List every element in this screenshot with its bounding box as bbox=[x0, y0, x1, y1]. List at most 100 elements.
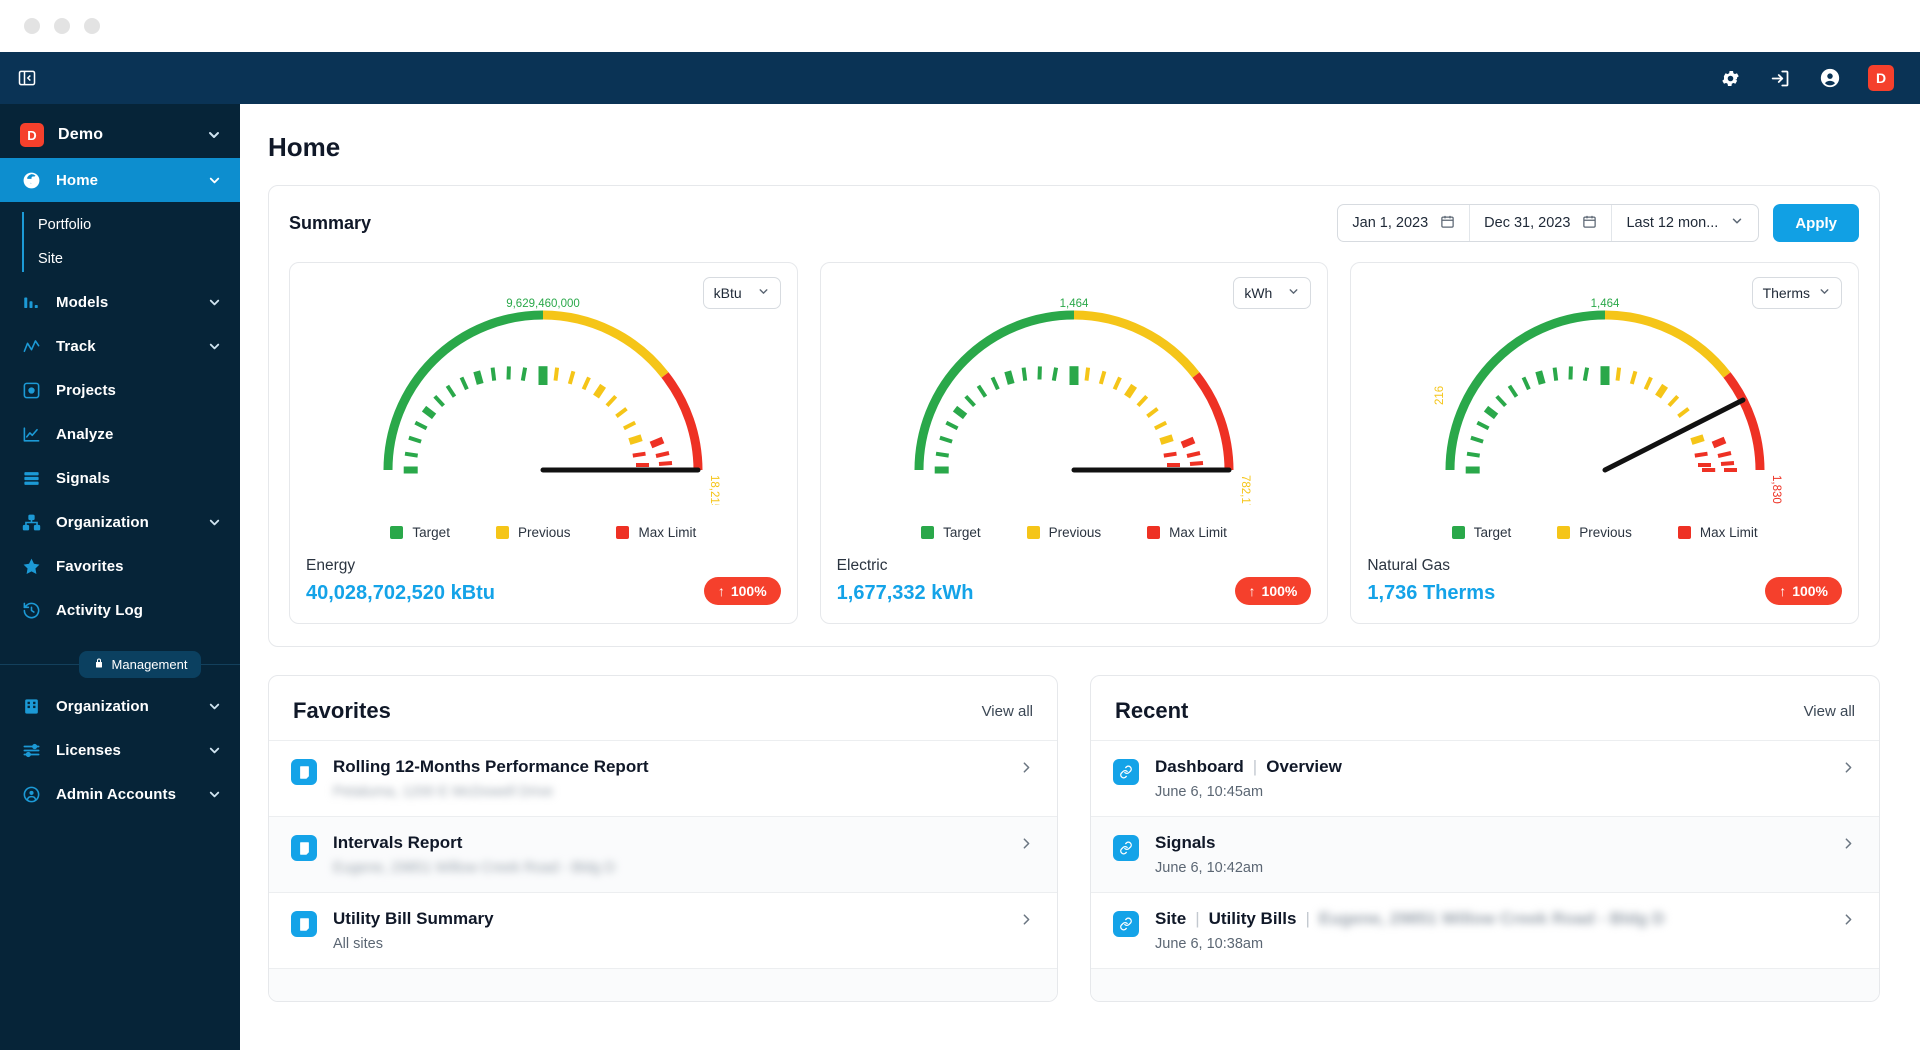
gauge-needle bbox=[1602, 397, 1746, 473]
legend-swatch-target bbox=[390, 526, 404, 539]
list-item[interactable]: Intervals Report Eugene, 29851 Willow Cr… bbox=[269, 816, 1057, 892]
globe-icon bbox=[20, 169, 42, 191]
list-item[interactable]: Dashboard | Overview June 6, 10:45am bbox=[1091, 740, 1879, 816]
sidebar-item-mgmt-organization[interactable]: Organization bbox=[0, 684, 240, 728]
sidebar-org-switcher[interactable]: D Demo bbox=[0, 112, 240, 158]
range-preset-select[interactable]: Last 12 mon... bbox=[1612, 205, 1758, 241]
list-item-partial[interactable] bbox=[1091, 968, 1879, 1001]
org-tree-icon bbox=[20, 511, 42, 533]
gauge-max-label: 782,172 bbox=[1239, 475, 1251, 505]
sidebar-item-site[interactable]: Site bbox=[38, 242, 240, 276]
metric-name: Natural Gas bbox=[1367, 557, 1451, 574]
legend-max-limit: Max Limit bbox=[616, 525, 696, 540]
end-date-input[interactable]: Dec 31, 2023 bbox=[1470, 205, 1613, 241]
gauge-max-label: 18,215,413,732 bbox=[708, 475, 720, 505]
sidebar-item-models[interactable]: Models bbox=[0, 280, 240, 324]
subnav-guide-line bbox=[22, 212, 24, 272]
list-item-title-part3: Eugene, 29851 Willow Creek Road - Bldg D bbox=[1318, 909, 1665, 928]
sidebar-item-home[interactable]: Home bbox=[0, 158, 240, 202]
favorites-header: Favorites View all bbox=[269, 676, 1057, 740]
sidebar-item-analyze[interactable]: Analyze bbox=[0, 412, 240, 456]
list-item-body: Utility Bill Summary All sites bbox=[333, 909, 494, 952]
sidebar-item-projects[interactable]: Projects bbox=[0, 368, 240, 412]
chevron-down-icon[interactable] bbox=[207, 699, 222, 714]
legend-label: Target bbox=[943, 525, 981, 540]
list-item[interactable]: Utility Bill Summary All sites bbox=[269, 892, 1057, 968]
gauge-svg: 1,464 782,172 bbox=[914, 298, 1251, 505]
list-item-title: Rolling 12-Months Performance Report bbox=[333, 757, 649, 776]
sidebar-item-licenses[interactable]: Licenses bbox=[0, 728, 240, 772]
sidebar-item-activity-log[interactable]: Activity Log bbox=[0, 588, 240, 632]
chevron-down-icon[interactable] bbox=[1730, 214, 1744, 232]
end-date-value: Dec 31, 2023 bbox=[1484, 215, 1571, 231]
window-minimize-dot[interactable] bbox=[54, 18, 70, 34]
chevron-right-icon[interactable] bbox=[1018, 909, 1035, 928]
chevron-down-icon[interactable] bbox=[207, 339, 222, 354]
chevron-down-icon[interactable] bbox=[207, 743, 222, 758]
chevron-down-icon[interactable] bbox=[207, 515, 222, 530]
list-item-title-part1: Dashboard bbox=[1155, 757, 1244, 776]
legend-swatch-target bbox=[1451, 526, 1465, 539]
list-item-body: Rolling 12-Months Performance Report Pet… bbox=[333, 757, 648, 800]
page-title: Home bbox=[268, 132, 341, 162]
chevron-down-icon[interactable] bbox=[207, 787, 222, 802]
chevron-right-icon[interactable] bbox=[1840, 909, 1857, 928]
chevron-right-icon[interactable] bbox=[1840, 757, 1857, 776]
date-range-group: Jan 1, 2023 Dec 31, 2023 Last 12 mon... bbox=[1337, 204, 1760, 242]
gauge-footer: Energy 40,028,702,520 kBtu ↑ 100% bbox=[306, 557, 781, 623]
list-item-subtitle: Petaluma, 1200 E McDowell Drive bbox=[333, 784, 554, 800]
change-percent: 100% bbox=[1792, 583, 1829, 599]
calendar-icon[interactable] bbox=[1440, 214, 1455, 233]
list-item[interactable]: Rolling 12-Months Performance Report Pet… bbox=[269, 740, 1057, 816]
recent-view-all-link[interactable]: View all bbox=[1804, 703, 1855, 720]
list-item-title: Dashboard | Overview bbox=[1155, 757, 1342, 777]
list-item-partial[interactable] bbox=[269, 968, 1057, 1001]
sidebar-item-organization[interactable]: Organization bbox=[0, 500, 240, 544]
target-square-icon bbox=[20, 379, 42, 401]
avatar[interactable]: D bbox=[1868, 65, 1894, 91]
favorites-title: Favorites bbox=[293, 698, 391, 723]
legend-target: Target bbox=[1451, 525, 1511, 540]
chevron-down-icon[interactable] bbox=[206, 127, 222, 143]
gauge-legend: Target Previous Max Limit bbox=[1367, 525, 1842, 540]
sidebar-item-track[interactable]: Track bbox=[0, 324, 240, 368]
gauge-card-list: kBtu 9,629,460,000 Target Previous Max L… bbox=[289, 262, 1860, 624]
sidebar-item-label: Models bbox=[56, 293, 109, 311]
sidebar-item-signals[interactable]: Signals bbox=[0, 456, 240, 500]
sidebar-item-label: Licenses bbox=[56, 741, 122, 759]
account-circle-icon[interactable] bbox=[1818, 66, 1842, 90]
title-separator: | bbox=[1195, 909, 1200, 928]
legend-label: Previous bbox=[1048, 525, 1102, 540]
apply-button[interactable]: Apply bbox=[1773, 204, 1859, 242]
calendar-icon[interactable] bbox=[1582, 214, 1597, 233]
list-item-title-part2: Overview bbox=[1266, 757, 1342, 776]
recent-header: Recent View all bbox=[1091, 676, 1879, 740]
window-close-dot[interactable] bbox=[24, 18, 40, 34]
window-maximize-dot[interactable] bbox=[84, 18, 100, 34]
chevron-right-icon[interactable] bbox=[1018, 833, 1035, 852]
list-item[interactable]: Site | Utility Bills | Eugene, 29851 Wil… bbox=[1091, 892, 1879, 968]
sidebar-item-label: Signals bbox=[56, 469, 111, 487]
list-item-body: Site | Utility Bills | Eugene, 29851 Wil… bbox=[1155, 909, 1665, 952]
legend-swatch-previous bbox=[1557, 526, 1571, 539]
management-label-text: Management bbox=[111, 656, 188, 672]
chevron-right-icon[interactable] bbox=[1840, 833, 1857, 852]
sidebar-item-admin-accounts[interactable]: Admin Accounts bbox=[0, 772, 240, 816]
list-item[interactable]: Signals June 6, 10:42am bbox=[1091, 816, 1879, 892]
main-content: Home Summary Jan 1, 2023 Dec 31, 2023 La… bbox=[240, 104, 1920, 1050]
chevron-down-icon[interactable] bbox=[207, 295, 222, 310]
sidebar-item-portfolio[interactable]: Portfolio bbox=[38, 208, 240, 242]
sidebar-item-favorites[interactable]: Favorites bbox=[0, 544, 240, 588]
gauge-footer-text: Energy 40,028,702,520 kBtu bbox=[306, 557, 495, 605]
gear-icon[interactable] bbox=[1718, 66, 1742, 90]
favorites-view-all-link[interactable]: View all bbox=[982, 703, 1033, 720]
list-item-body: Signals June 6, 10:42am bbox=[1155, 833, 1263, 876]
arrow-up-icon: ↑ bbox=[1248, 583, 1256, 599]
chevron-down-icon[interactable] bbox=[207, 173, 222, 188]
login-arrow-icon[interactable] bbox=[1768, 66, 1792, 90]
legend-target: Target bbox=[921, 525, 981, 540]
recent-panel: Recent View all Dashboard | Overview Jun… bbox=[1090, 675, 1880, 1002]
start-date-input[interactable]: Jan 1, 2023 bbox=[1338, 205, 1471, 241]
chevron-right-icon[interactable] bbox=[1018, 757, 1035, 776]
panel-collapse-icon[interactable] bbox=[14, 65, 40, 91]
